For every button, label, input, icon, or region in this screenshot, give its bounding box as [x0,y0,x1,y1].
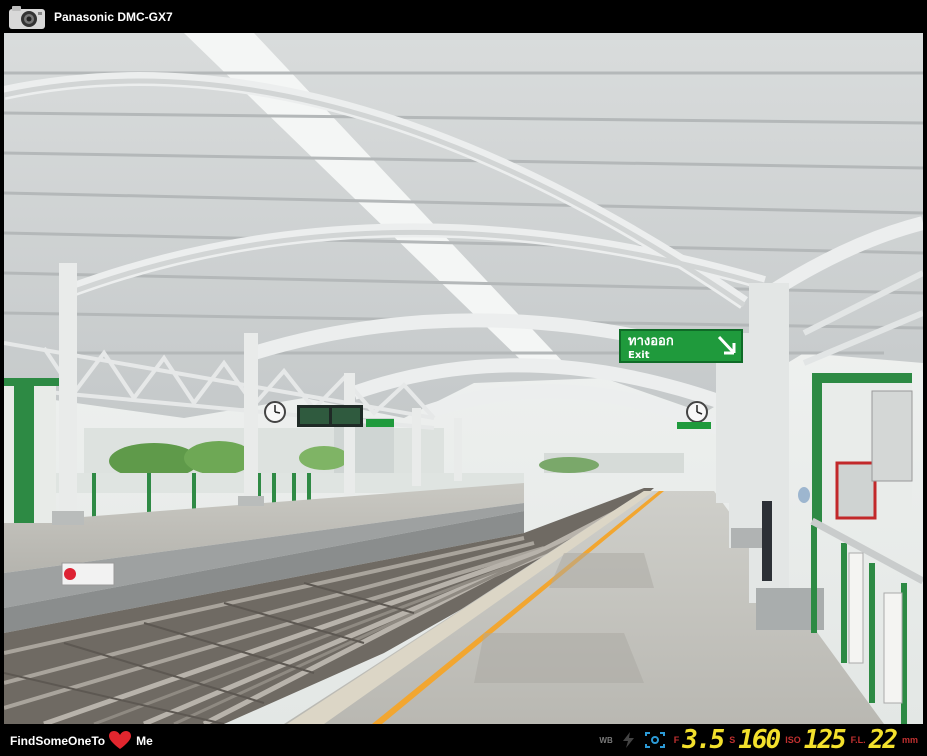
exit-sign: ทางออก Exit [619,329,743,363]
focal-length-label: F.L. [850,735,866,745]
brand-left-text: FindSomeOneTo [10,733,106,748]
exif-readout: WB F 3.5 S 160 ISO 125 F.L. 22 mm [596,724,921,756]
brand-right-text: Me [136,733,153,748]
camera-header: Panasonic DMC-GX7 [0,0,927,33]
flash-icon [622,732,634,748]
shutter-value: 160 [738,725,781,755]
camera-model: Panasonic DMC-GX7 [54,9,173,24]
white-balance-label: WB [599,735,613,745]
iso-label: ISO [785,735,801,745]
shutter-label: S [729,735,736,745]
brand-watermark: FindSomeOneTo Me [10,731,153,750]
exit-sign-english: Exit [628,350,650,361]
camera-icon [9,5,45,29]
iso-value: 125 [803,725,847,755]
station-photo: ทางออก Exit [4,33,923,724]
metering-icon [644,732,665,748]
focal-length-value: 22 [868,725,898,755]
aperture-label: F [673,735,680,745]
heart-icon [109,731,132,749]
exit-sign-thai: ทางออก [628,334,674,349]
focal-length-unit: mm [901,735,918,745]
exif-footer: FindSomeOneTo Me WB F 3.5 S 160 ISO 125 … [0,724,927,756]
station-scene: ทางออก Exit [4,33,923,724]
aperture-value: 3.5 [682,725,725,755]
